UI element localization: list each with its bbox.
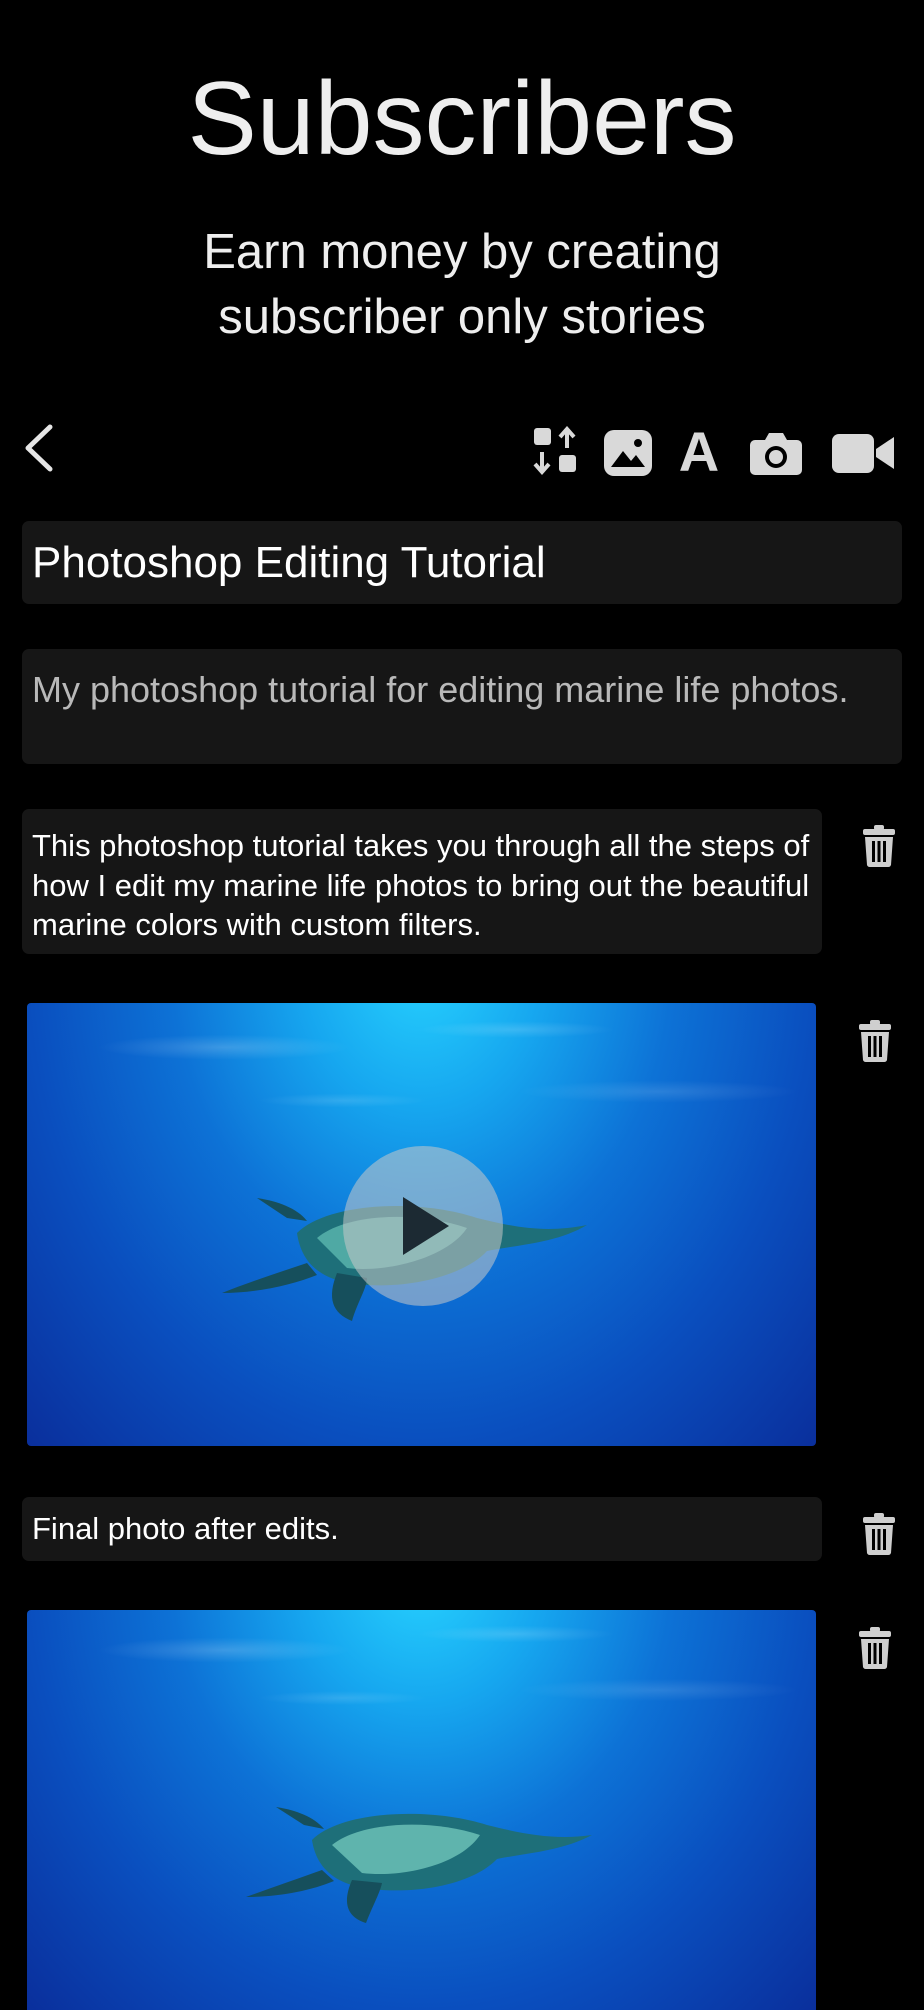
video-icon <box>832 434 894 473</box>
chevron-left-icon <box>25 424 53 472</box>
add-text-button[interactable]: A <box>672 424 726 480</box>
delete-caption-block-button[interactable] <box>858 1512 900 1562</box>
subtitle-line-1: Earn money by creating <box>203 225 721 279</box>
page-subtitle: Earn money by creating subscriber only s… <box>0 220 924 349</box>
photo-icon <box>604 430 652 476</box>
story-description-input[interactable]: My photoshop tutorial for editing marine… <box>22 649 902 764</box>
play-icon <box>403 1197 449 1255</box>
camera-button[interactable] <box>748 426 804 480</box>
subtitle-line-2: subscriber only stories <box>218 289 706 344</box>
caption-block[interactable]: Final photo after edits. <box>22 1497 822 1561</box>
trash-icon <box>859 1020 891 1063</box>
delete-photo-block-button[interactable] <box>854 1626 896 1676</box>
play-button[interactable] <box>343 1146 503 1306</box>
trash-icon <box>859 1627 891 1670</box>
text-block[interactable]: This photoshop tutorial takes you throug… <box>22 809 822 954</box>
turtle-image <box>246 1807 592 1923</box>
page-title: Subscribers <box>187 61 737 177</box>
reorder-button[interactable] <box>528 424 582 478</box>
delete-text-block-button[interactable] <box>858 824 900 874</box>
story-title-input[interactable]: Photoshop Editing Tutorial <box>22 521 902 604</box>
delete-video-block-button[interactable] <box>854 1019 896 1069</box>
text-icon: A <box>678 420 720 483</box>
trash-icon <box>863 1513 895 1556</box>
video-block[interactable] <box>27 1003 816 1446</box>
camera-icon <box>750 433 802 475</box>
add-photo-button[interactable] <box>601 426 655 480</box>
photo-block[interactable] <box>27 1610 816 2010</box>
video-button[interactable] <box>830 428 896 478</box>
back-button[interactable] <box>14 420 64 476</box>
reorder-icon <box>533 426 576 476</box>
trash-icon <box>863 825 895 868</box>
